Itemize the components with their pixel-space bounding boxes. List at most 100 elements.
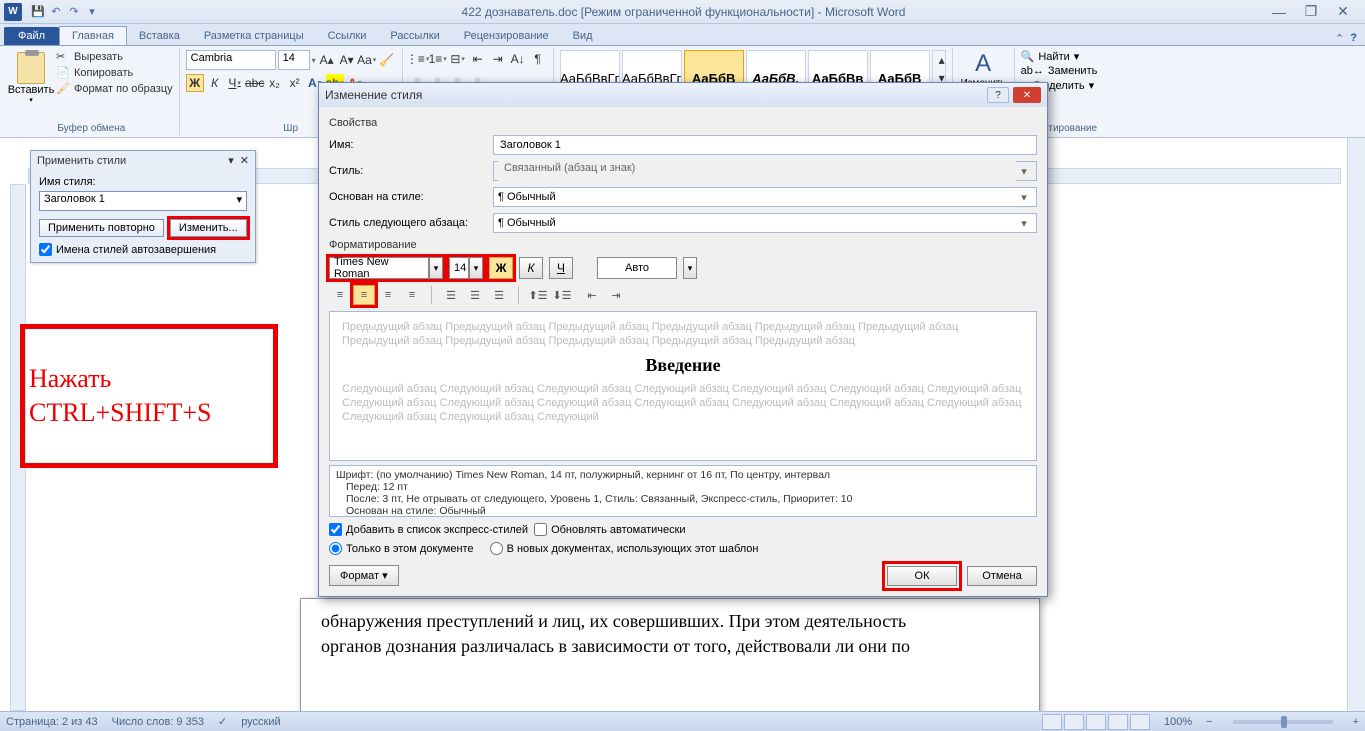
zoom-slider[interactable] [1233,720,1333,724]
numbering-icon[interactable]: 1≡ [429,50,447,68]
minimize-button[interactable]: — [1267,3,1291,21]
italic-button[interactable]: К [206,74,224,92]
font-color-combo[interactable]: Авто [597,257,677,279]
bold-toggle[interactable]: Ж [489,257,513,279]
qat-save-icon[interactable]: 💾 [30,4,46,20]
font-size-combo[interactable]: 14 [449,257,469,279]
font-family-arrow[interactable]: ▾ [429,257,443,279]
tab-layout[interactable]: Разметка страницы [192,27,316,45]
gallery-up-icon[interactable]: ▴ [933,51,946,69]
tab-file[interactable]: Файл [4,27,59,45]
tab-view[interactable]: Вид [561,27,605,45]
group-clipboard: Вставить ▾ ✂Вырезать 📄Копировать 🖌Формат… [4,48,180,135]
pane-dropdown-icon[interactable]: ▾ [228,154,234,167]
bullets-icon[interactable]: ⋮≡ [409,50,427,68]
qat-redo-icon[interactable]: ↷ [66,4,82,20]
style-name-input[interactable] [493,135,1037,155]
help-icon[interactable]: ? [1350,32,1357,45]
view-outline[interactable] [1108,714,1128,730]
close-button[interactable]: ✕ [1331,3,1355,21]
tab-insert[interactable]: Вставка [127,27,192,45]
view-print-layout[interactable] [1042,714,1062,730]
modify-button[interactable]: Изменить... [170,219,247,237]
font-size-combo[interactable]: 14 [278,50,310,70]
align-justify-button[interactable]: ≡ [401,285,423,305]
qat-undo-icon[interactable]: ↶ [48,4,64,20]
align-right-button[interactable]: ≡ [377,285,399,305]
superscript-button[interactable]: x² [286,74,304,92]
underline-toggle[interactable]: Ч [549,257,573,279]
tab-home[interactable]: Главная [59,26,127,45]
language-indicator[interactable]: русский [241,716,280,728]
line-spacing-1[interactable]: ☰ [440,285,462,305]
cancel-button[interactable]: Отмена [967,566,1037,586]
copy-icon: 📄 [56,66,70,80]
font-color-arrow[interactable]: ▾ [683,257,697,279]
line-spacing-15[interactable]: ☰ [464,285,486,305]
indent-inc-icon[interactable]: ⇥ [489,50,507,68]
vertical-scrollbar[interactable] [1347,138,1365,711]
reapply-button[interactable]: Применить повторно [39,219,164,237]
underline-button[interactable]: Ч [226,74,244,92]
autocomplete-checkbox[interactable]: Имена стилей автозавершения [39,243,247,256]
subscript-button[interactable]: x₂ [266,74,284,92]
word-count[interactable]: Число слов: 9 353 [112,716,204,728]
replace-button[interactable]: ab↔Заменить [1021,65,1098,77]
spell-check-icon[interactable]: ✓ [218,715,227,728]
view-web[interactable] [1086,714,1106,730]
strike-button[interactable]: abc [246,74,264,92]
zoom-out-button[interactable]: − [1206,716,1212,728]
align-center-button[interactable]: ≡ [353,285,375,305]
style-type-combo[interactable]: Связанный (абзац и знак)▾ [493,161,1037,181]
font-size-arrow[interactable]: ▾ [469,257,483,279]
formatting-header: Форматирование [329,239,1037,251]
format-menu-button[interactable]: Формат ▾ [329,565,399,586]
font-name-combo[interactable]: Cambria [186,50,276,70]
pilcrow-icon[interactable]: ¶ [529,50,547,68]
add-to-quick-checkbox[interactable]: Добавить в список экспресс-стилей [329,523,528,536]
tab-review[interactable]: Рецензирование [452,27,561,45]
restore-button[interactable]: ❐ [1299,3,1323,21]
bold-button[interactable]: Ж [186,74,204,92]
line-spacing-2[interactable]: ☰ [488,285,510,305]
find-button[interactable]: 🔍Найти ▾ [1021,50,1098,63]
italic-toggle[interactable]: К [519,257,543,279]
qat-more-icon[interactable]: ▾ [84,4,100,20]
view-draft[interactable] [1130,714,1150,730]
view-fullscreen[interactable] [1064,714,1084,730]
page[interactable]: обнаружения преступлений и лиц, их совер… [300,598,1040,718]
new-documents-radio[interactable]: В новых документах, использующих этот ша… [490,542,759,555]
clear-format-icon[interactable]: 🧹 [378,51,396,69]
dialog-close-button[interactable]: ✕ [1013,87,1041,103]
tab-mailings[interactable]: Рассылки [378,27,451,45]
indent-dec-button[interactable]: ⇤ [581,285,603,305]
dialog-help-button[interactable]: ? [987,87,1009,103]
space-before-inc[interactable]: ⬆☰ [527,285,549,305]
cut-button[interactable]: ✂Вырезать [56,50,173,64]
tab-references[interactable]: Ссылки [316,27,379,45]
case-icon[interactable]: Aa [358,51,376,69]
copy-button[interactable]: 📄Копировать [56,66,173,80]
zoom-level[interactable]: 100% [1164,716,1192,728]
ok-button[interactable]: ОК [887,566,957,586]
auto-update-checkbox[interactable]: Обновлять автоматически [534,523,686,536]
space-before-dec[interactable]: ⬇☰ [551,285,573,305]
grow-font-icon[interactable]: A▴ [318,51,336,69]
indent-inc-button[interactable]: ⇥ [605,285,627,305]
doc-line: органов дознания различалась в зависимос… [321,634,1019,659]
based-on-combo[interactable]: ¶ Обычный▾ [493,187,1037,207]
font-family-combo[interactable]: Times New Roman [329,257,429,279]
multilevel-icon[interactable]: ⊟ [449,50,467,68]
ribbon-collapse-icon[interactable]: ⌃ [1335,32,1344,45]
zoom-in-button[interactable]: + [1353,716,1359,728]
page-indicator[interactable]: Страница: 2 из 43 [6,716,98,728]
style-name-combo[interactable]: Заголовок 1▾ [39,191,247,211]
pane-close-icon[interactable]: ✕ [240,154,249,167]
format-painter-button[interactable]: 🖌Формат по образцу [56,82,173,96]
next-style-combo[interactable]: ¶ Обычный▾ [493,213,1037,233]
indent-dec-icon[interactable]: ⇤ [469,50,487,68]
sort-icon[interactable]: A↓ [509,50,527,68]
shrink-font-icon[interactable]: A▾ [338,51,356,69]
align-left-button[interactable]: ≡ [329,285,351,305]
this-document-radio[interactable]: Только в этом документе [329,542,474,555]
